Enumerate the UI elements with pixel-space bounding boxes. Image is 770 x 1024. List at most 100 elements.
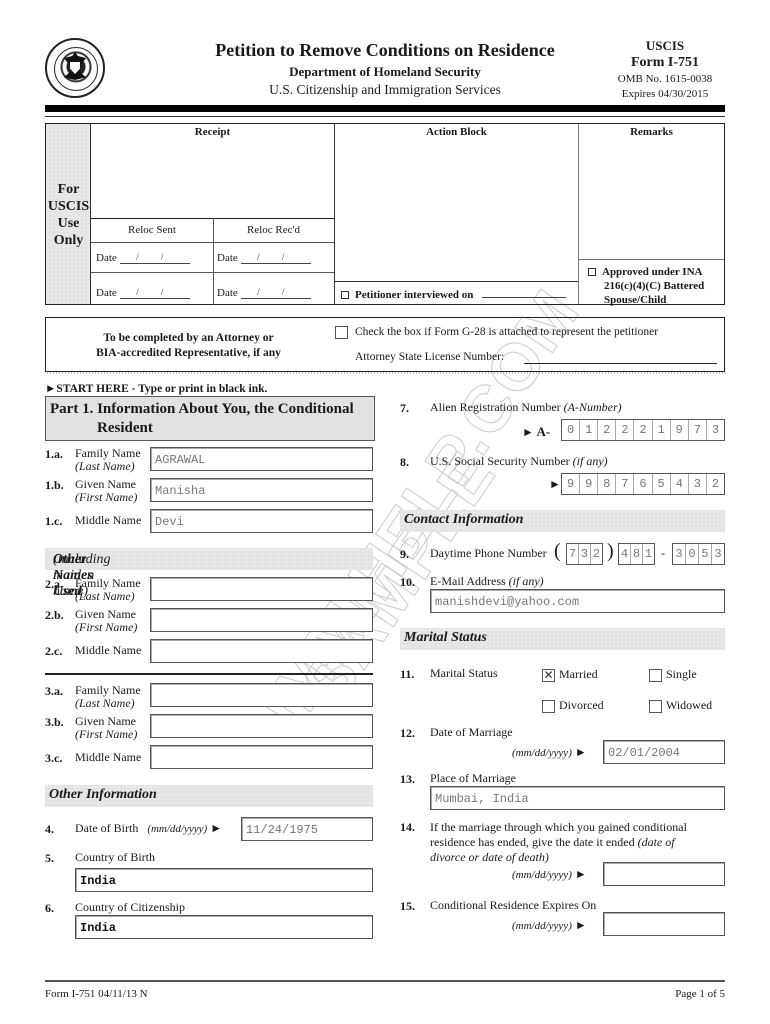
country-of-citizenship-input[interactable]: India <box>75 915 373 939</box>
place-of-marriage-input[interactable]: Mumbai, India <box>430 786 725 810</box>
approved-battered-spouse-row[interactable]: Approved under INA 216(c)(4)(C) Battered… <box>588 265 704 307</box>
place-of-marriage-label: Place of Marriage <box>430 771 516 785</box>
label-subtext: (First Name) <box>75 490 138 504</box>
marital-option-widowed[interactable]: Widowed <box>649 698 712 713</box>
other-family-name-input-3a[interactable] <box>150 683 373 707</box>
label-text: If the marriage through which you gained… <box>430 820 687 834</box>
phone-line-number-input[interactable]: 3053 <box>672 543 725 565</box>
middle-name-input[interactable]: Devi <box>150 509 373 533</box>
marriage-ended-date-input[interactable] <box>603 862 725 886</box>
other-given-name-input-3b[interactable] <box>150 714 373 738</box>
option-label: Single <box>666 667 697 681</box>
date-label: Date <box>217 252 238 264</box>
residence-expires-input[interactable] <box>603 912 725 936</box>
a-number-label: Alien Registration Number (A-Number) <box>430 401 622 414</box>
department-name: Department of Homeland Security <box>289 64 481 79</box>
expires-format-hint: (mm/dd/yyyy) ► <box>512 919 587 933</box>
marital-option-single[interactable]: Single <box>649 667 697 682</box>
digit-cell: 2 <box>634 420 653 440</box>
phone-area-code-input[interactable]: 732 <box>566 543 603 565</box>
date-of-marriage-label: Date of Marriage <box>430 725 513 739</box>
item-number: 1.a. <box>45 447 63 461</box>
other-information-heading: Other Information <box>45 785 373 807</box>
other-middle-name-input-3c[interactable] <box>150 745 373 769</box>
ended-format-hint: (mm/dd/yyyy) ► <box>512 868 587 882</box>
paren-close: ) <box>607 540 614 562</box>
digit-cell: 4 <box>619 544 631 564</box>
petitioner-interviewed-row[interactable]: Petitioner interviewed on <box>341 289 567 301</box>
arrow-icon: ► <box>210 821 223 835</box>
reloc-sent-date-2[interactable]: Date / / <box>96 287 190 300</box>
given-name-input[interactable]: Manisha <box>150 478 373 502</box>
other-family-name-label: Family Name (Last Name) <box>75 684 141 710</box>
agency-short: USCIS <box>645 38 685 53</box>
a-number-input[interactable]: 012221973 <box>561 419 725 441</box>
date-of-marriage-input[interactable]: 02/01/2004 <box>603 740 725 764</box>
widowed-checkbox[interactable] <box>649 699 662 713</box>
other-middle-name-input-2c[interactable] <box>150 639 373 663</box>
uscis-use-only-block: For USCIS Use Only Receipt Reloc Sent Re… <box>45 123 725 307</box>
reloc-recd-date-2[interactable]: Date / / <box>217 287 311 300</box>
email-input[interactable]: manishdevi@yahoo.com <box>430 589 725 613</box>
part1-heading: Part 1. Information About You, the Condi… <box>45 396 375 441</box>
label-subtext: (A-Number) <box>563 400 622 414</box>
form-title: Petition to Remove Conditions on Residen… <box>215 40 555 60</box>
reloc-sent-label: Reloc Sent <box>128 224 176 236</box>
item-number: 12. <box>400 726 415 740</box>
header-divider-thin <box>45 116 725 117</box>
item-number: 3.b. <box>45 715 64 729</box>
marital-option-married[interactable]: ✕ Married <box>542 667 598 682</box>
digit-cell: 2 <box>592 547 601 561</box>
ssn-input[interactable]: 998765432 <box>561 473 725 495</box>
reloc-sent-date-1[interactable]: Date / / <box>96 252 190 265</box>
given-name-label: Given Name (First Name) <box>75 478 137 504</box>
residence-expires-label: Conditional Residence Expires On <box>430 898 597 912</box>
ssn-label: U.S. Social Security Number (if any) <box>430 455 608 468</box>
license-label: Attorney State License Number: <box>355 351 505 363</box>
start-here-text: START HERE - Type or print in black ink. <box>56 383 268 395</box>
digit-cell: 2 <box>616 420 635 440</box>
label-subtext: (First Name) <box>75 620 138 634</box>
label-subtext: (First Name) <box>75 727 138 741</box>
option-label: Widowed <box>666 698 713 712</box>
option-label: Married <box>559 667 598 681</box>
petitioner-interviewed-label: Petitioner interviewed on <box>355 289 474 301</box>
arrow-icon: ► <box>574 745 587 759</box>
marital-option-divorced[interactable]: Divorced <box>542 698 604 713</box>
approved-checkbox[interactable] <box>588 268 596 277</box>
other-given-name-label: Given Name (First Name) <box>75 608 137 634</box>
footer-divider <box>45 980 725 982</box>
action-block-heading: Action Block <box>426 126 487 138</box>
phone-dash: - <box>661 546 665 560</box>
single-checkbox[interactable] <box>649 668 662 682</box>
phone-prefix-input[interactable]: 481 <box>618 543 655 565</box>
divorced-checkbox[interactable] <box>542 699 555 713</box>
interview-date-line[interactable] <box>482 297 567 298</box>
married-checkbox[interactable]: ✕ <box>542 668 555 682</box>
arrow-icon: ► <box>574 918 587 932</box>
item-number: 2.b. <box>45 608 64 622</box>
digit-cell: 1 <box>580 420 599 440</box>
contact-information-heading: Contact Information <box>400 510 725 532</box>
dob-input[interactable]: 11/24/1975 <box>241 817 373 841</box>
other-given-name-input-2b[interactable] <box>150 608 373 632</box>
item-number: 6. <box>45 901 54 915</box>
footer-page-number: Page 1 of 5 <box>675 988 725 1000</box>
license-number-input[interactable] <box>524 350 717 364</box>
divider <box>91 242 334 243</box>
digit-cell: 3 <box>579 544 591 564</box>
approved-label: Approved under INA <box>602 266 703 278</box>
date-line: / / <box>240 253 311 264</box>
country-of-birth-input[interactable]: India <box>75 868 373 892</box>
label-subtext: (Last Name) <box>75 696 135 710</box>
digit-cell: 7 <box>567 544 579 564</box>
footer-form-edition: Form I-751 04/11/13 N <box>45 988 148 1000</box>
divider <box>334 124 335 304</box>
date-format-hint: (mm/dd/yyyy) <box>512 869 572 881</box>
family-name-input[interactable]: AGRAWAL <box>150 447 373 471</box>
other-family-name-input-2a[interactable] <box>150 577 373 601</box>
g28-checkbox[interactable] <box>335 326 348 339</box>
reloc-recd-date-1[interactable]: Date / / <box>217 252 311 265</box>
petitioner-interviewed-checkbox[interactable] <box>341 291 349 300</box>
receipt-heading: Receipt <box>194 126 231 138</box>
